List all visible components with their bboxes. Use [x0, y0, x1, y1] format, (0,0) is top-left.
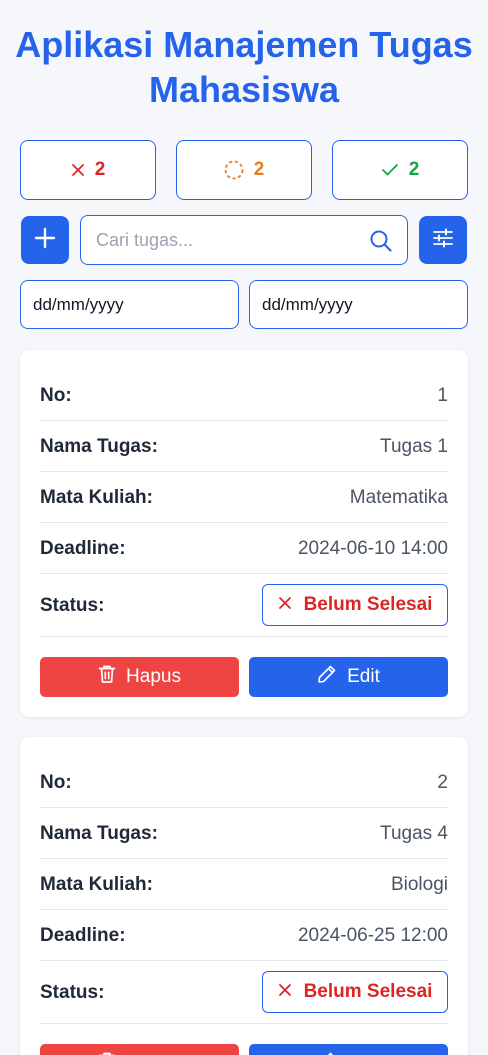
task-no: 1 — [437, 385, 448, 406]
date-to-input[interactable]: dd/mm/yyyy — [249, 280, 468, 329]
trash-icon — [98, 1051, 116, 1055]
toolbar — [20, 215, 468, 265]
edit-button[interactable]: Edit — [249, 1044, 448, 1055]
delete-button[interactable]: Hapus — [40, 657, 239, 697]
task-row-deadline: Deadline: 2024-06-10 14:00 — [40, 538, 448, 560]
task-name: Tugas 1 — [380, 436, 448, 457]
status-summary: 2 2 2 — [20, 140, 468, 200]
delete-label: Hapus — [126, 666, 181, 687]
stat-in-progress-count: 2 — [253, 159, 265, 180]
task-row-deadline: Deadline: 2024-06-25 12:00 — [40, 925, 448, 947]
date-from-input[interactable]: dd/mm/yyyy — [20, 280, 239, 329]
stat-not-done[interactable]: 2 — [20, 140, 156, 200]
name-label: Nama Tugas: — [40, 823, 158, 844]
task-card: No: 1 Nama Tugas: Tugas 1 Mata Kuliah: M… — [20, 350, 468, 717]
divider — [40, 909, 448, 910]
divider — [40, 807, 448, 808]
divider — [40, 1023, 448, 1024]
status-label: Status: — [40, 982, 105, 1003]
edit-label: Edit — [347, 666, 380, 687]
delete-button[interactable]: Hapus — [40, 1044, 239, 1055]
search-box — [80, 215, 408, 265]
edit-button[interactable]: Edit — [249, 657, 448, 697]
divider — [40, 960, 448, 961]
task-row-no: No: 1 — [40, 385, 448, 407]
stat-not-done-count: 2 — [94, 159, 106, 180]
filter-button[interactable] — [419, 216, 467, 264]
date-filter: dd/mm/yyyy dd/mm/yyyy — [20, 280, 468, 329]
task-no: 2 — [437, 772, 448, 793]
pencil-icon — [317, 1051, 337, 1055]
status-text: Belum Selesai — [303, 594, 433, 615]
deadline-label: Deadline: — [40, 925, 126, 946]
stat-done[interactable]: 2 — [332, 140, 468, 200]
page-title: Aplikasi Manajemen Tugas Mahasiswa — [15, 24, 473, 110]
course-label: Mata Kuliah: — [40, 487, 153, 508]
divider — [40, 420, 448, 421]
task-card: No: 2 Nama Tugas: Tugas 4 Mata Kuliah: B… — [20, 737, 468, 1055]
check-icon — [381, 163, 399, 177]
x-icon — [71, 163, 85, 177]
search-input[interactable] — [96, 216, 366, 264]
course-label: Mata Kuliah: — [40, 874, 153, 895]
plus-icon — [34, 227, 56, 254]
task-course: Matematika — [349, 487, 448, 508]
task-row-name: Nama Tugas: Tugas 1 — [40, 436, 448, 458]
task-name: Tugas 4 — [380, 823, 448, 844]
task-row-course: Mata Kuliah: Matematika — [40, 487, 448, 509]
add-task-button[interactable] — [21, 216, 69, 264]
divider — [40, 522, 448, 523]
deadline-label: Deadline: — [40, 538, 126, 559]
x-icon — [278, 981, 292, 1003]
status-label: Status: — [40, 595, 105, 616]
trash-icon — [98, 664, 116, 690]
status-text: Belum Selesai — [303, 981, 433, 1002]
stat-in-progress[interactable]: 2 — [176, 140, 312, 200]
status-toggle-button[interactable]: Belum Selesai — [262, 971, 448, 1013]
no-label: No: — [40, 385, 72, 406]
search-icon[interactable] — [369, 229, 393, 258]
stat-done-count: 2 — [408, 159, 420, 180]
divider — [40, 636, 448, 637]
divider — [40, 471, 448, 472]
no-label: No: — [40, 772, 72, 793]
pencil-icon — [317, 664, 337, 690]
task-row-course: Mata Kuliah: Biologi — [40, 874, 448, 896]
task-deadline: 2024-06-10 14:00 — [297, 538, 448, 559]
divider — [40, 573, 448, 574]
dashed-circle-icon — [224, 160, 244, 180]
sliders-icon — [431, 226, 455, 255]
task-course: Biologi — [390, 874, 448, 895]
divider — [40, 858, 448, 859]
status-toggle-button[interactable]: Belum Selesai — [262, 584, 448, 626]
task-deadline: 2024-06-25 12:00 — [297, 925, 448, 946]
task-row-name: Nama Tugas: Tugas 4 — [40, 823, 448, 845]
x-icon — [278, 594, 292, 616]
task-row-no: No: 2 — [40, 772, 448, 794]
name-label: Nama Tugas: — [40, 436, 158, 457]
